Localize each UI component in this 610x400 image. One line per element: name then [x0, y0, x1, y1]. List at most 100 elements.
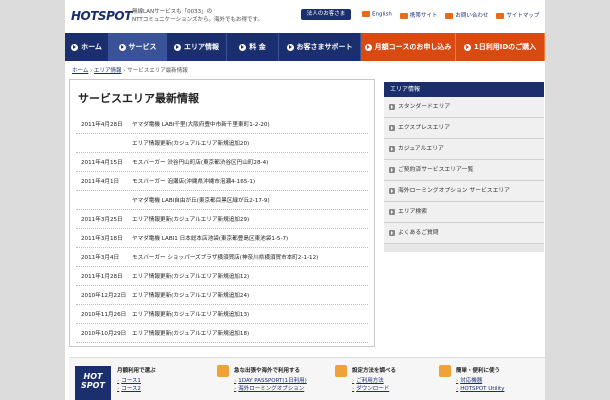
nav-pricing[interactable]: 料 金	[227, 33, 279, 61]
footer-link[interactable]: HOTSPOT Utility	[456, 385, 504, 393]
chevron-right-icon	[389, 167, 395, 173]
item-date: 2010年10月29日	[81, 331, 127, 337]
footer-link[interactable]: 1DAY PASSPORT(1日利用)	[234, 377, 307, 385]
tagline-line-2: NTTコミュニケーションズから。海外でもお得です。	[132, 17, 263, 23]
sidebar: エリア情報 スタンダードエリア エクスプレスエリア カジュアルエリア ご契約済サ…	[384, 82, 544, 252]
footer-link[interactable]: コース2	[117, 385, 156, 393]
list-item: 2010年11月26日 エリア情報更新(カジュアルエリア新規追加13)	[76, 305, 368, 324]
item-date: 2011年4月15日	[81, 160, 123, 166]
list-item: 2011年3月25日 エリア情報更新(カジュアルエリア新規追加29)	[76, 210, 368, 229]
item-text: エリア情報更新(カジュアルエリア新規追加13)	[132, 312, 250, 318]
footer-col-heading: 急な出張や海外で利用する	[234, 368, 301, 374]
footer-col-setup: 設定方法を調べる ご利用方法 ダウンロード	[352, 366, 396, 393]
arrow-icon	[286, 43, 294, 51]
header: HOTSPOT 無線LANサービスも「0033」の NTTコミュニケーションズか…	[65, 0, 545, 32]
item-date: 2011年4月1日	[81, 179, 120, 185]
item-text: エリア情報更新(カジュアルエリア新規追加29)	[132, 217, 250, 223]
chevron-right-icon	[389, 125, 395, 131]
footer-link[interactable]: ダウンロード	[352, 385, 396, 393]
item-date: 2011年4月28日	[81, 122, 123, 128]
main-content: サービスエリア最新情報 2011年4月28日 ヤマダ電機 LABI千里(大阪府豊中…	[69, 79, 375, 347]
footer-link[interactable]: ご利用方法	[352, 377, 396, 385]
sidebar-heading: エリア情報	[384, 82, 544, 97]
list-item: 2010年12月22日 エリア情報更新(カジュアルエリア新規追加24)	[76, 286, 368, 305]
item-text: ヤマダ電機 LABI1 日本総本店池袋(東京都豊島区東池袋1-5-7)	[132, 236, 289, 242]
item-text: モスバーガー 渋谷円山町店(東京都渋谷区円山町28-4)	[132, 160, 269, 166]
chevron-right-icon	[389, 146, 395, 152]
list-item: 2011年4月15日 モスバーガー 渋谷円山町店(東京都渋谷区円山町28-4)	[76, 153, 368, 172]
footer-col-convenience: 簡単・便利に使う 対応機器 HOTSPOT Utility	[456, 366, 504, 393]
item-text: ヤマダ電機 LABI自由が丘(東京都目黒区緑が丘2-17-9)	[132, 198, 270, 204]
sidebar-item-area-search[interactable]: エリア検索	[384, 202, 544, 223]
settings-icon	[335, 365, 347, 377]
item-date: 2011年1月28日	[81, 274, 123, 280]
arrow-icon	[118, 43, 126, 51]
nav-area-info[interactable]: エリア情報	[167, 33, 227, 61]
breadcrumb-area-info[interactable]: エリア情報	[94, 68, 122, 74]
item-text: エリア情報更新(カジュアルエリア新規追加24)	[132, 293, 250, 299]
tagline-line-1: 無線LANサービスも「0033」の	[132, 9, 213, 15]
sidebar-item-casual-area[interactable]: カジュアルエリア	[384, 139, 544, 160]
item-text: エリア情報更新(カジュアルエリア新規追加18)	[132, 331, 250, 337]
convenience-icon	[439, 365, 451, 377]
sidebar-item-roaming-area[interactable]: 海外ローミングオプション サービスエリア	[384, 181, 544, 202]
arrow-icon	[174, 43, 181, 51]
breadcrumb-current: サービスエリア最新情報	[127, 68, 188, 74]
chevron-right-icon	[389, 209, 395, 215]
footer-col-monthly: 月額利用で選ぶ コース1 コース2	[117, 366, 156, 393]
nav-day-id-purchase[interactable]: 1日利用IDのご購入	[456, 33, 545, 61]
item-text: モスバーガー ショッパーズプラザ横須賀店(神奈川県横須賀市本町2-1-12)	[132, 255, 319, 261]
arrow-icon	[445, 12, 454, 19]
update-list: 2011年4月28日 ヤマダ電機 LABI千里(大阪府豊中市新千里東町1-2-20…	[76, 115, 368, 343]
sidebar-item-contracted-area-list[interactable]: ご契約済サービスエリア一覧	[384, 160, 544, 181]
arrow-icon	[463, 43, 471, 51]
hotspot-logo[interactable]: HOTSPOT	[71, 9, 132, 23]
footer-col-heading: 設定方法を調べる	[352, 368, 397, 374]
sidebar-item-faq[interactable]: よくあるご質問	[384, 223, 544, 244]
footer-link[interactable]: 海外ローミングオプション	[234, 385, 307, 393]
header-tagline: 無線LANサービスも「0033」の NTTコミュニケーションズから。海外でもお得…	[132, 8, 292, 24]
sidebar-item-express-area[interactable]: エクスプレスエリア	[384, 118, 544, 139]
business-customer-button[interactable]: 法人のお客さま	[301, 9, 351, 20]
sitemap-link[interactable]: サイトマップ	[496, 11, 539, 19]
list-item: 2011年4月28日 ヤマダ電機 LABI千里(大阪府豊中市新千里東町1-2-20…	[76, 115, 368, 134]
item-text: ヤマダ電機 LABI千里(大阪府豊中市新千里東町1-2-20)	[132, 122, 270, 128]
arrow-icon	[496, 12, 505, 19]
arrow-icon	[362, 11, 370, 17]
arrow-icon	[399, 12, 408, 19]
footer-link[interactable]: コース1	[117, 377, 156, 385]
footer-col-heading: 月額利用で選ぶ	[117, 368, 156, 374]
footer-logo: HOT SPOT	[75, 366, 111, 400]
arrow-icon	[239, 43, 247, 51]
footer-col-heading: 簡単・便利に使う	[456, 368, 501, 374]
page: HOTSPOT 無線LANサービスも「0033」の NTTコミュニケーションズか…	[65, 0, 545, 400]
item-text: エリア情報更新(カジュアルエリア新規追加12)	[132, 274, 250, 280]
chevron-right-icon	[389, 104, 395, 110]
sidebar-item-standard-area[interactable]: スタンダードエリア	[384, 97, 544, 118]
list-item: 2011年3月4日 モスバーガー ショッパーズプラザ横須賀店(神奈川県横須賀市本町…	[76, 248, 368, 267]
item-text: エリア情報更新(カジュアルエリア新規追加20)	[132, 141, 250, 147]
nav-monthly-signup[interactable]: 月額コースのお申し込み	[361, 33, 456, 61]
list-item: 2010年10月29日 エリア情報更新(カジュアルエリア新規追加18)	[76, 324, 368, 343]
item-date: 2011年3月18日	[81, 236, 123, 242]
mobile-site-link[interactable]: 携帯サイト	[399, 11, 437, 19]
contact-link[interactable]: お問い合わせ	[445, 11, 488, 19]
list-item: エリア情報更新(カジュアルエリア新規追加20)	[76, 134, 368, 153]
list-item: ヤマダ電機 LABI自由が丘(東京都目黒区緑が丘2-17-9)	[76, 191, 368, 210]
header-links: English 携帯サイト お問い合わせ サイトマップ	[362, 11, 539, 19]
english-link[interactable]: English	[362, 11, 392, 19]
plus-icon	[217, 365, 229, 377]
nav-home[interactable]: ホーム	[65, 33, 109, 61]
list-item: 2011年3月18日 ヤマダ電機 LABI1 日本総本店池袋(東京都豊島区東池袋1…	[76, 229, 368, 248]
footer: HOT SPOT 月額利用で選ぶ コース1 コース2 急な出張や海外で利用する …	[69, 357, 545, 400]
footer-link[interactable]: 対応機器	[456, 377, 504, 385]
nav-support[interactable]: お客さまサポート	[279, 33, 361, 61]
breadcrumb-home[interactable]: ホーム	[72, 68, 88, 74]
nav-service[interactable]: サービス	[109, 33, 167, 61]
list-item: 2011年1月28日 エリア情報更新(カジュアルエリア新規追加12)	[76, 267, 368, 286]
sidebar-footer	[384, 244, 544, 252]
item-date: 2011年3月4日	[81, 255, 120, 261]
global-nav: ホーム サービス エリア情報 料 金 お客さまサポート 月額コースのお申し込み …	[65, 33, 545, 61]
arrow-icon	[71, 43, 79, 51]
footer-col-business-trip: 急な出張や海外で利用する 1DAY PASSPORT(1日利用) 海外ローミング…	[234, 366, 307, 393]
